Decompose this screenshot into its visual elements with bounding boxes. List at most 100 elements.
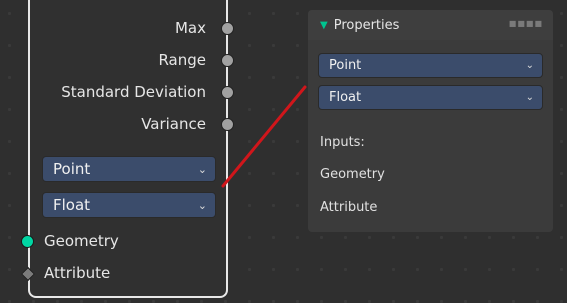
grid-dot bbox=[248, 12, 251, 15]
output-row-standard-deviation: Standard Deviation bbox=[61, 81, 226, 103]
chevron-down-icon: ⌄ bbox=[197, 162, 207, 176]
output-socket-range[interactable] bbox=[221, 54, 234, 67]
grid-dot bbox=[296, 172, 299, 175]
grid-dot bbox=[248, 44, 251, 47]
grid-dot bbox=[560, 172, 563, 175]
grid-dot bbox=[248, 172, 251, 175]
grid-dot bbox=[296, 204, 299, 207]
properties-input-attribute: Attribute bbox=[320, 200, 378, 215]
grid-dot bbox=[440, 236, 443, 239]
input-row-attribute: Attribute bbox=[44, 262, 110, 284]
grid-dot bbox=[560, 108, 563, 111]
output-socket-max[interactable] bbox=[221, 22, 234, 35]
grid-dot bbox=[272, 172, 275, 175]
output-socket-variance[interactable] bbox=[221, 118, 234, 131]
grid-dot bbox=[248, 108, 251, 111]
grid-dot bbox=[368, 236, 371, 239]
chevron-down-icon: ⌄ bbox=[525, 60, 534, 71]
grid-dot bbox=[320, 236, 323, 239]
grid-dot bbox=[272, 76, 275, 79]
input-socket-geometry[interactable] bbox=[21, 235, 34, 248]
grid-dot bbox=[488, 236, 491, 239]
output-row-range: Range bbox=[158, 49, 226, 71]
grid-dot bbox=[560, 44, 563, 47]
output-socket-standard-deviation[interactable] bbox=[221, 86, 234, 99]
properties-inputs-heading: Inputs: bbox=[320, 135, 365, 150]
grid-dot bbox=[272, 12, 275, 15]
grid-dot bbox=[392, 268, 395, 271]
properties-panel-title: Properties bbox=[333, 17, 400, 33]
grid-dot bbox=[248, 140, 251, 143]
grid-dot bbox=[320, 268, 323, 271]
grid-dot bbox=[440, 268, 443, 271]
grid-dot bbox=[464, 236, 467, 239]
grid-dot bbox=[536, 268, 539, 271]
grid-dot bbox=[8, 76, 11, 79]
output-label-standard-deviation: Standard Deviation bbox=[61, 83, 206, 101]
output-label-variance: Variance bbox=[141, 115, 206, 133]
grid-dot bbox=[8, 108, 11, 111]
output-label-range: Range bbox=[158, 51, 206, 69]
grid-dot bbox=[560, 204, 563, 207]
output-row-max: Max bbox=[175, 17, 226, 39]
domain-dropdown-value: Point bbox=[53, 160, 91, 178]
grid-dot bbox=[8, 204, 11, 207]
grid-dot bbox=[8, 12, 11, 15]
grid-dot bbox=[560, 76, 563, 79]
grid-dot bbox=[536, 236, 539, 239]
grid-dot bbox=[296, 140, 299, 143]
output-label-max: Max bbox=[174, 19, 206, 37]
input-row-geometry: Geometry bbox=[44, 230, 119, 252]
grid-dot bbox=[296, 12, 299, 15]
data-type-dropdown[interactable]: Float ⌄ bbox=[42, 192, 216, 218]
grid-dot bbox=[416, 268, 419, 271]
grid-dot bbox=[392, 236, 395, 239]
grid-dot bbox=[8, 268, 11, 271]
input-label-geometry: Geometry bbox=[44, 232, 119, 250]
grid-dot bbox=[296, 236, 299, 239]
grid-dot bbox=[488, 268, 491, 271]
grid-dot bbox=[416, 236, 419, 239]
grid-dot bbox=[8, 172, 11, 175]
grid-dot bbox=[296, 268, 299, 271]
grid-dot bbox=[560, 268, 563, 271]
properties-domain-value: Point bbox=[329, 58, 362, 73]
properties-panel-header[interactable]: ▼ Properties ■■■■ bbox=[308, 10, 553, 40]
grid-dot bbox=[296, 44, 299, 47]
grid-dot bbox=[296, 76, 299, 79]
input-label-attribute: Attribute bbox=[44, 264, 111, 282]
properties-domain-dropdown[interactable]: Point ⌄ bbox=[318, 53, 543, 78]
properties-data-type-value: Float bbox=[329, 90, 362, 105]
attribute-statistic-node[interactable]: Max Range Standard Deviation Variance Po… bbox=[28, 0, 228, 298]
grid-dot bbox=[248, 204, 251, 207]
grid-dot bbox=[464, 268, 467, 271]
grid-dot bbox=[512, 268, 515, 271]
grid-dot bbox=[8, 140, 11, 143]
drag-grip-icon[interactable]: ■■■■ bbox=[509, 19, 543, 28]
grid-dot bbox=[560, 12, 563, 15]
output-row-variance: Variance bbox=[141, 113, 226, 135]
grid-dot bbox=[368, 268, 371, 271]
chevron-down-icon: ⌄ bbox=[197, 198, 207, 212]
properties-data-type-dropdown[interactable]: Float ⌄ bbox=[318, 85, 543, 110]
grid-dot bbox=[560, 140, 563, 143]
grid-dot bbox=[248, 236, 251, 239]
grid-dot bbox=[560, 236, 563, 239]
collapse-triangle-icon[interactable]: ▼ bbox=[320, 20, 328, 31]
chevron-down-icon: ⌄ bbox=[525, 92, 534, 103]
grid-dot bbox=[344, 236, 347, 239]
grid-dot bbox=[512, 236, 515, 239]
domain-dropdown[interactable]: Point ⌄ bbox=[42, 156, 216, 182]
grid-dot bbox=[248, 268, 251, 271]
grid-dot bbox=[272, 236, 275, 239]
grid-dot bbox=[296, 108, 299, 111]
data-type-dropdown-value: Float bbox=[53, 196, 91, 214]
grid-dot bbox=[8, 44, 11, 47]
grid-dot bbox=[272, 268, 275, 271]
properties-panel: ▼ Properties ■■■■ Point ⌄ Float ⌄ Inputs… bbox=[308, 10, 553, 232]
grid-dot bbox=[248, 76, 251, 79]
grid-dot bbox=[272, 44, 275, 47]
grid-dot bbox=[8, 236, 11, 239]
grid-dot bbox=[272, 108, 275, 111]
grid-dot bbox=[344, 268, 347, 271]
